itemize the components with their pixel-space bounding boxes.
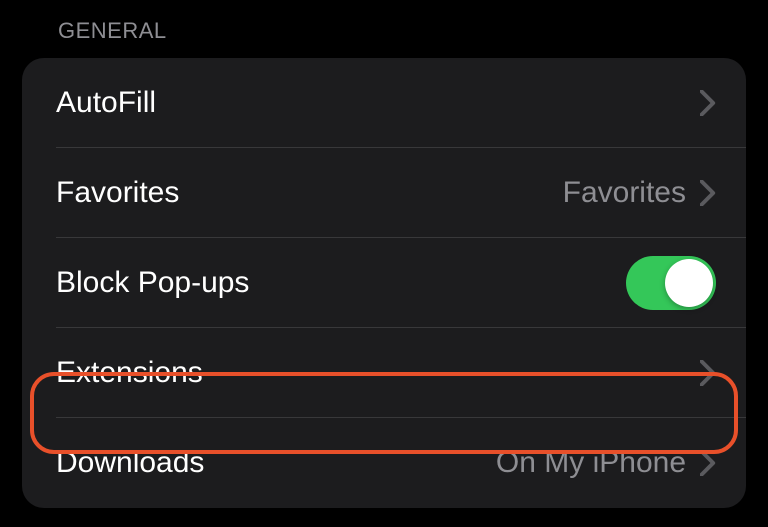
row-label-extensions: Extensions [56, 356, 203, 390]
chevron-right-icon [700, 180, 716, 206]
row-label-downloads: Downloads [56, 446, 204, 480]
row-autofill[interactable]: AutoFill [22, 58, 746, 148]
settings-group-general: AutoFill Favorites Favorites Block Pop-u… [22, 58, 746, 508]
chevron-right-icon [700, 360, 716, 386]
toggle-block-popups[interactable] [626, 256, 716, 310]
row-right: Favorites [563, 176, 716, 210]
row-downloads[interactable]: Downloads On My iPhone [22, 418, 746, 508]
toggle-knob [665, 259, 713, 307]
row-right [626, 256, 716, 310]
row-favorites[interactable]: Favorites Favorites [22, 148, 746, 238]
chevron-right-icon [700, 450, 716, 476]
row-label-favorites: Favorites [56, 176, 179, 210]
row-label-block-popups: Block Pop-ups [56, 266, 249, 300]
section-header-general: GENERAL [0, 0, 768, 58]
row-extensions[interactable]: Extensions [22, 328, 746, 418]
row-value-favorites: Favorites [563, 176, 686, 210]
row-right [700, 360, 716, 386]
row-value-downloads: On My iPhone [496, 446, 686, 480]
chevron-right-icon [700, 90, 716, 116]
row-label-autofill: AutoFill [56, 86, 156, 120]
row-right: On My iPhone [496, 446, 716, 480]
row-block-popups: Block Pop-ups [22, 238, 746, 328]
row-right [700, 90, 716, 116]
